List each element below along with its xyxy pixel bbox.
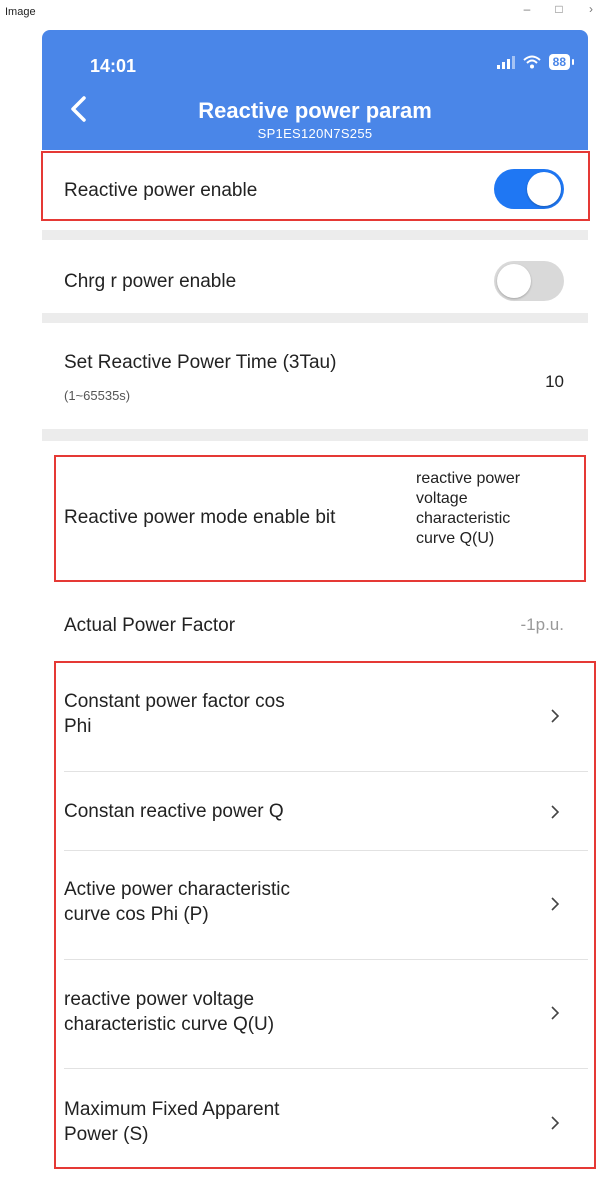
wifi-icon [522,55,541,69]
menu-item-q-u[interactable]: reactive power voltage characteristic cur… [42,960,588,1068]
battery-icon: 88 [548,54,575,70]
menu-item-label: Active power characteristic curve cos Phi… [64,879,290,925]
chevron-right-icon [551,1006,560,1020]
chevron-right-icon [551,709,560,723]
power-factor-label: Actual Power Factor [64,615,236,636]
close-icon[interactable]: › [586,2,596,16]
mode-enable-row[interactable]: Reactive power mode enable bit reactive … [42,441,588,591]
section-gap [42,313,588,323]
menu-item-reactive-q[interactable]: Constan reactive power Q [42,772,588,850]
app-header: 14:01 88 Reactive power param SP1ES120N7… [42,30,588,150]
reactive-time-value: 10 [545,372,564,391]
chevron-right-icon [551,1116,560,1130]
mode-enable-label: Reactive power mode enable bit [64,507,336,528]
reactive-power-enable-row: Reactive power enable [42,150,588,230]
menu-item-label: Maximum Fixed Apparent Power (S) [64,1099,280,1145]
reactive-power-enable-toggle[interactable] [494,169,564,209]
page-title: Reactive power param [198,98,432,123]
chrg-power-enable-toggle[interactable] [494,261,564,301]
minimize-icon[interactable]: – [522,2,532,16]
signal-icon [496,55,515,69]
status-icons: 88 [496,54,575,70]
window-title: Image [5,6,36,18]
chrg-power-enable-row: Chrg r power enable [42,240,588,322]
chevron-right-icon [551,805,560,819]
reactive-time-row[interactable]: Set Reactive Power Time (3Tau) (1~65535s… [42,323,588,429]
maximize-icon[interactable]: □ [554,2,564,16]
chevron-right-icon [551,897,560,911]
menu-item-label: Constant power factor cos Phi [64,691,285,737]
menu-item-label: Constan reactive power Q [64,801,284,822]
reactive-power-enable-label: Reactive power enable [64,180,258,201]
chrg-power-enable-label: Chrg r power enable [64,271,237,292]
section-gap [42,230,588,240]
section-gap [42,429,588,441]
mode-enable-value: reactive power voltage characteristic cu… [416,470,521,547]
menu-item-label: reactive power voltage characteristic cur… [64,989,275,1035]
device-serial: SP1ES120N7S255 [257,126,373,141]
phone-screen: 14:01 88 Reactive power param SP1ES120N7… [42,30,588,1178]
status-time: 14:01 [90,56,137,76]
menu-item-cos-phi[interactable]: Constant power factor cos Phi [42,661,588,771]
reactive-time-label: Set Reactive Power Time (3Tau) [64,352,337,373]
menu-item-apparent-power[interactable]: Maximum Fixed Apparent Power (S) [42,1069,588,1177]
reactive-time-range-hint: (1~65535s) [64,388,131,403]
menu-item-cos-phi-p[interactable]: Active power characteristic curve cos Phi… [42,851,588,959]
power-factor-row: Actual Power Factor -1p.u. [42,591,588,661]
window-controls: – □ › [522,2,596,16]
power-factor-value: -1p.u. [520,615,564,634]
